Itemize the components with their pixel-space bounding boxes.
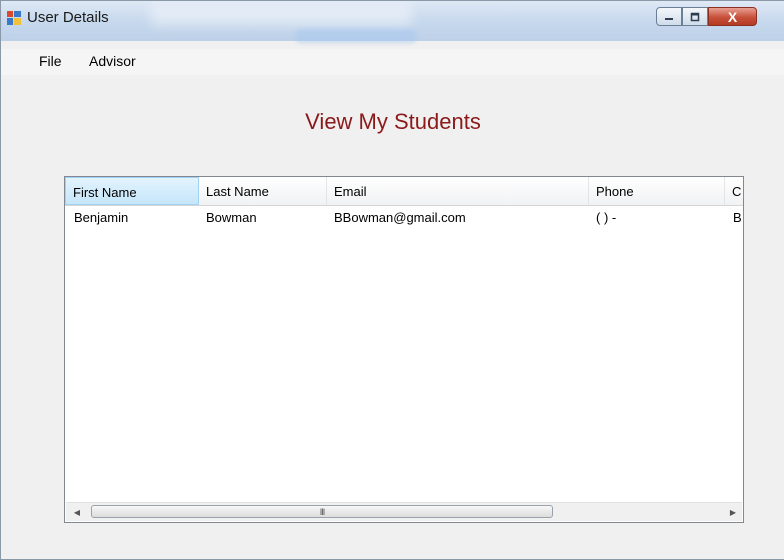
column-header-last-name[interactable]: Last Name <box>199 177 327 205</box>
column-header-first-name[interactable]: First Name <box>65 177 199 205</box>
close-button[interactable]: X <box>708 7 757 26</box>
menu-bar: File Advisor <box>1 49 784 75</box>
minimize-icon <box>665 17 673 20</box>
cell-first-name: Benjamin <box>74 210 129 225</box>
students-list-view[interactable]: First Name Last Name Email Phone C Benja… <box>64 176 744 523</box>
app-window-icon <box>7 11 21 25</box>
cell-phone: ( ) - <box>596 210 617 225</box>
maximize-icon <box>690 12 700 21</box>
column-header-c[interactable]: C <box>725 177 743 205</box>
window-title: User Details <box>27 9 109 26</box>
app-window: User Details X File Advisor View My Stud… <box>0 0 784 560</box>
caption-buttons: X <box>656 7 757 27</box>
list-header: First Name Last Name Email Phone C <box>65 177 743 206</box>
menu-advisor[interactable]: Advisor <box>89 53 136 69</box>
horizontal-scrollbar[interactable]: ◀ III ▶ <box>66 502 742 521</box>
page-title: View My Students <box>305 109 481 134</box>
scroll-left-icon[interactable]: ◀ <box>68 503 86 521</box>
background-glow <box>151 5 411 25</box>
close-icon: X <box>727 8 738 25</box>
table-row[interactable]: Benjamin Bowman BBowman@gmail.com ( ) - … <box>65 206 743 228</box>
menu-file[interactable]: File <box>39 53 62 69</box>
column-header-phone[interactable]: Phone <box>589 177 725 205</box>
cell-last-name: Bowman <box>206 210 257 225</box>
cell-c: B <box>733 210 742 225</box>
scrollbar-grip: III <box>319 506 325 517</box>
title-bar[interactable]: User Details X <box>1 1 784 43</box>
scroll-right-icon[interactable]: ▶ <box>724 503 742 521</box>
column-header-email[interactable]: Email <box>327 177 589 205</box>
background-glow-2 <box>296 29 416 43</box>
maximize-button[interactable] <box>682 7 708 26</box>
scrollbar-thumb[interactable]: III <box>91 505 553 518</box>
minimize-button[interactable] <box>656 7 682 26</box>
cell-email: BBowman@gmail.com <box>334 210 466 225</box>
